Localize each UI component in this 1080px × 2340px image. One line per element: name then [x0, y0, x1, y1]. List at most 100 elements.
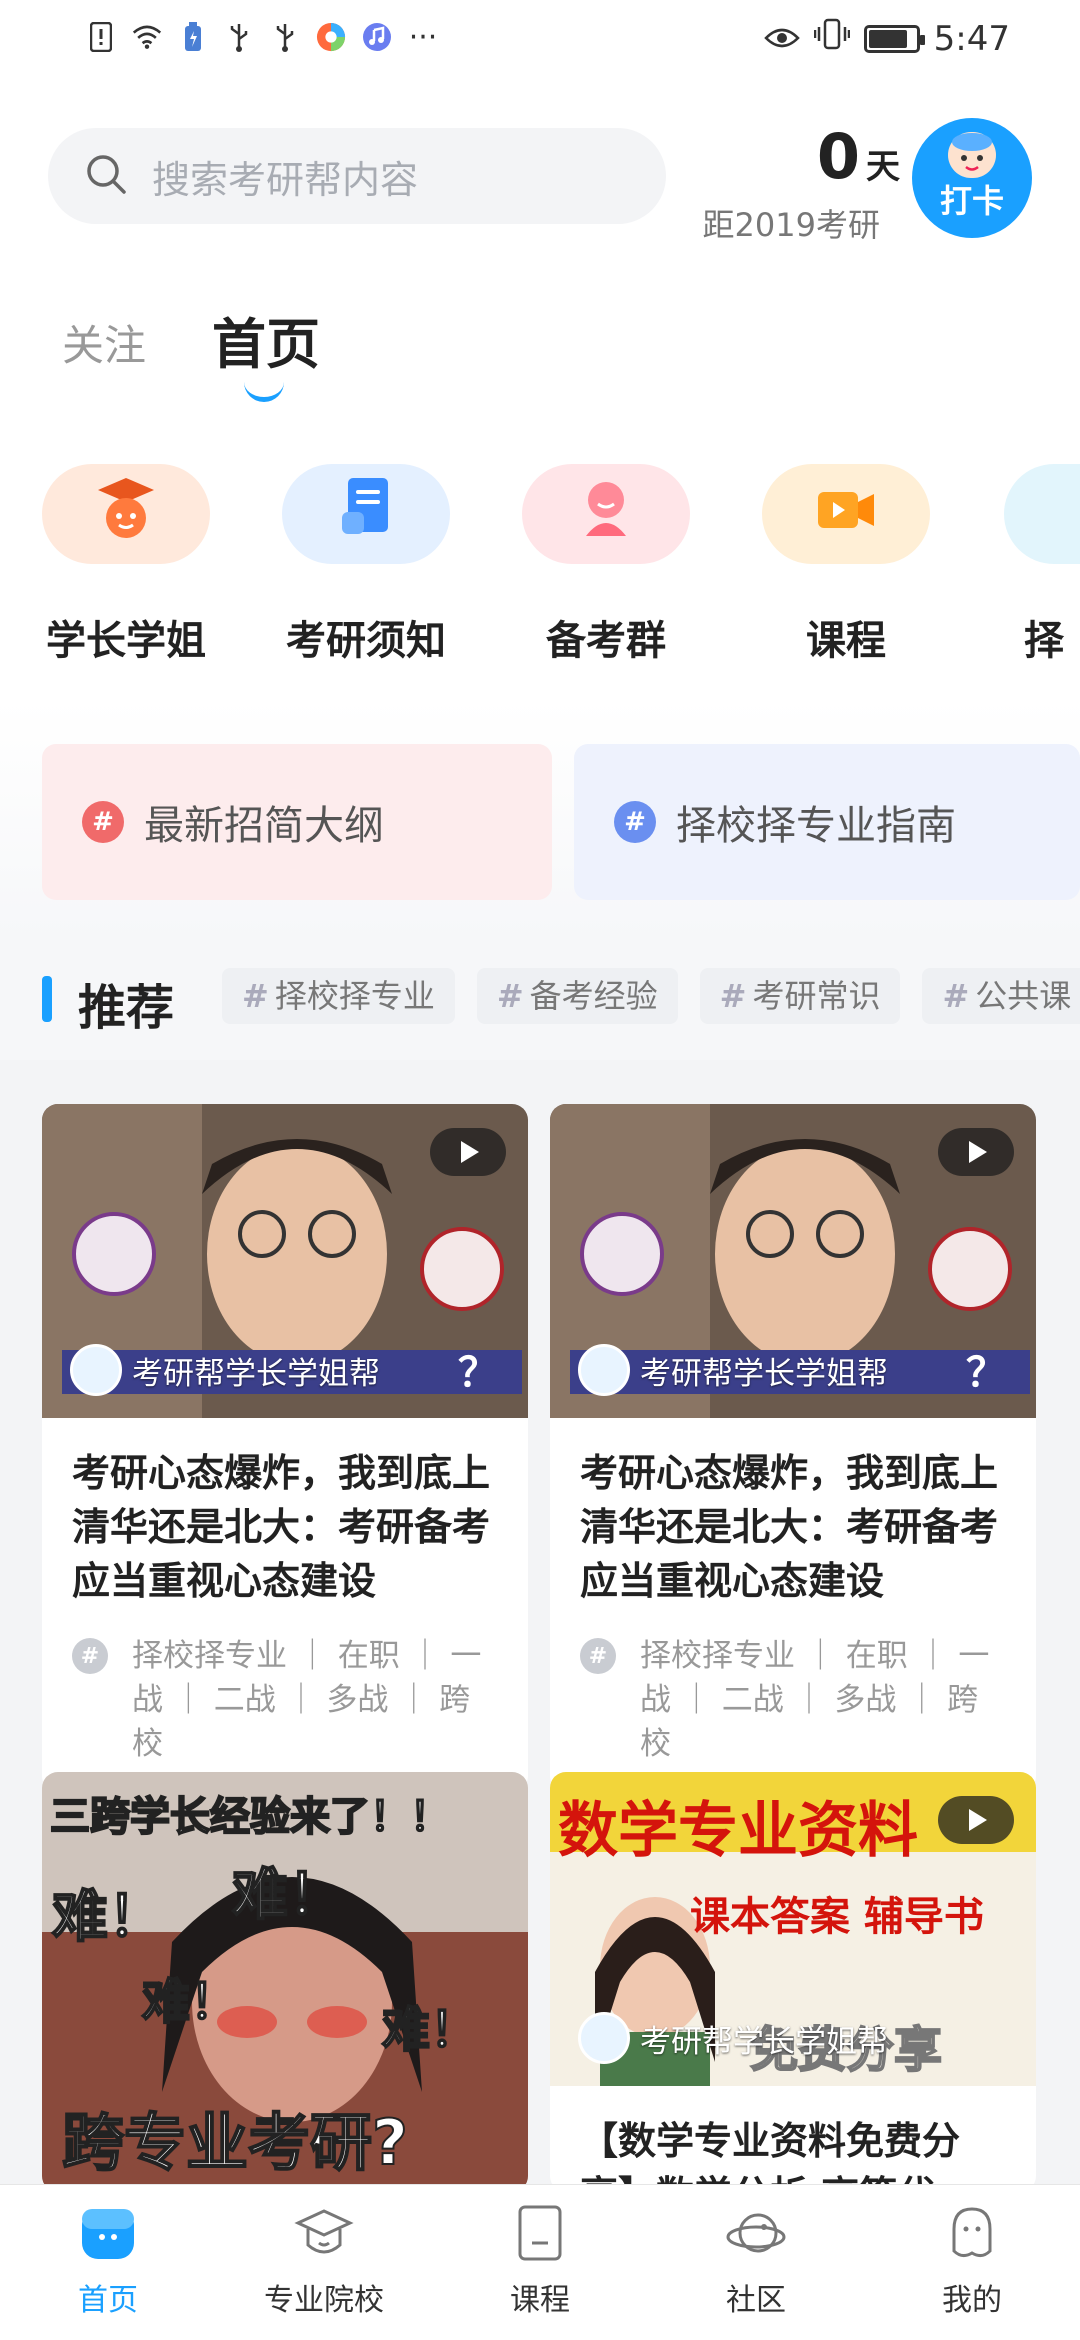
exam-countdown: 0天	[700, 120, 900, 193]
more-icon: ···	[408, 19, 438, 55]
hashtag-icon: #	[580, 1638, 616, 1674]
category-bubble	[42, 464, 210, 564]
battery-saver-icon	[178, 20, 208, 54]
clock: 5:47	[933, 18, 1010, 59]
nav-community[interactable]: 社区	[681, 2203, 831, 2319]
category-row: 学长学姐 考研须知 备考群 课程 择	[0, 464, 1080, 664]
topic-chip[interactable]: # 备考经验	[476, 968, 678, 1024]
video-thumbnail[interactable]: 数学专业资料 课本答案 辅导书 免费分享 考研帮学长学姐帮	[550, 1772, 1036, 2086]
topic-chip[interactable]: # 公共课	[922, 968, 1080, 1024]
category-seniors[interactable]: 学长学姐	[42, 464, 210, 664]
nav-label: 社区	[726, 2283, 786, 2318]
author-name: 考研帮学长学姐帮	[640, 1355, 888, 1392]
play-icon[interactable]	[938, 1796, 1014, 1844]
search-placeholder: 搜索考研帮内容	[152, 157, 419, 202]
topic-chips: # 择校择专业 # 备考经验 # 考研常识 # 公共课	[222, 968, 1080, 1028]
refresh-spinner-icon	[244, 372, 284, 402]
category-more[interactable]: 择	[1004, 464, 1080, 664]
play-icon[interactable]	[938, 1128, 1014, 1176]
thumbnail-footer: 跨专业考研?	[61, 2105, 409, 2180]
category-bubble	[282, 464, 450, 564]
more-category-icon	[1058, 474, 1080, 544]
checkin-label: 打卡	[939, 182, 1004, 220]
search-input[interactable]: 搜索考研帮内容	[48, 128, 666, 224]
author-avatar	[70, 1344, 122, 1396]
tab-home[interactable]: 首页	[212, 300, 320, 379]
music-app-icon	[362, 20, 392, 54]
profile-icon	[942, 2203, 1002, 2263]
author-badge[interactable]: 考研帮学长学姐帮	[70, 1344, 380, 1396]
thumbnail-headline: 三跨学长经验来了！！	[49, 1793, 451, 1841]
feed-card[interactable]: ？ 考研帮学长学姐帮 考研心态爆炸，我到底上清华还是北大：考研备考应当重视心态建…	[550, 1104, 1036, 1792]
search-icon	[84, 152, 128, 200]
countdown-caption: 距2019考研	[702, 206, 880, 244]
thumbnail-word: 难！	[231, 1862, 345, 1929]
checkin-button[interactable]: 打卡	[912, 118, 1032, 238]
feed-card[interactable]: 数学专业资料 课本答案 辅导书 免费分享 考研帮学长学姐帮 【数学专业资料免费分…	[550, 1772, 1036, 2192]
status-icons: ···	[86, 19, 438, 55]
author-name: 考研帮学长学姐帮	[132, 1355, 380, 1392]
course-book-icon	[510, 2203, 570, 2263]
recommend-title: 推荐	[78, 980, 175, 1036]
mascot-avatar	[948, 132, 996, 178]
banner-label: 择校择专业指南	[676, 803, 956, 849]
category-label: 课程	[806, 618, 886, 664]
video-thumbnail[interactable]: ？ 考研帮学长学姐帮	[42, 1104, 528, 1418]
nav-label: 专业院校	[264, 2283, 384, 2318]
feed-card[interactable]: 三跨学长经验来了！！ 难！ 难！ 难！ 难！ 跨专业考研?	[42, 1772, 528, 2192]
hashtag-icon: #	[719, 977, 747, 1015]
vibrate-icon	[813, 18, 850, 59]
bottom-nav: 首页 专业院校 课程 社区 我的	[0, 2184, 1080, 2340]
nav-courses[interactable]: 课程	[465, 2203, 615, 2319]
image-thumbnail[interactable]: 三跨学长经验来了！！ 难！ 难！ 难！ 难！ 跨专业考研?	[42, 1772, 528, 2192]
category-bubble	[1004, 464, 1080, 564]
hashtag-icon: #	[242, 977, 269, 1015]
category-label: 择	[1024, 618, 1064, 664]
thumbnail-subline: 课本答案 辅导书	[690, 1894, 984, 1940]
thumbnail-word: 难！	[381, 2001, 479, 2059]
video-camera-icon	[816, 474, 876, 544]
tab-follow[interactable]: 关注	[62, 312, 146, 373]
battery-level	[868, 29, 908, 48]
tag-list: 择校择专业 ｜ 在职 ｜ 一战 ｜ 二战 ｜ 多战 ｜ 跨校	[640, 1638, 990, 1762]
author-avatar	[578, 1344, 630, 1396]
banner-label: 最新招简大纲	[144, 803, 384, 849]
play-icon[interactable]	[430, 1128, 506, 1176]
nav-home[interactable]: 首页	[33, 2203, 183, 2319]
banner-school-major-guide[interactable]: # 择校择专业指南	[574, 744, 1080, 900]
category-bubble	[522, 464, 690, 564]
chip-label: 公共课	[975, 977, 1072, 1015]
author-badge[interactable]: 考研帮学长学姐帮	[578, 1344, 888, 1396]
countdown-unit: 天	[866, 147, 900, 187]
nav-majors-schools[interactable]: 专业院校	[249, 2203, 399, 2319]
category-study-group[interactable]: 备考群	[522, 464, 690, 664]
topic-chip[interactable]: # 考研常识	[699, 968, 901, 1024]
hashtag-icon: #	[614, 801, 656, 843]
category-label: 考研须知	[286, 618, 446, 664]
card-title: 考研心态爆炸，我到底上清华还是北大：考研备考应当重视心态建设	[72, 1451, 491, 1603]
thumbnail-word: 难！	[51, 1884, 165, 1951]
status-right: 5:47	[763, 18, 1010, 59]
topic-chip[interactable]: # 择校择专业	[222, 968, 455, 1024]
nav-profile[interactable]: 我的	[897, 2203, 1047, 2319]
hashtag-icon: #	[82, 801, 124, 843]
usb-icon	[224, 20, 254, 54]
eye-comfort-icon	[763, 19, 800, 59]
author-badge[interactable]: 考研帮学长学姐帮	[578, 2012, 888, 2064]
hashtag-icon: #	[72, 1638, 108, 1674]
group-icon	[576, 474, 636, 544]
banner-admission-outline[interactable]: # 最新招简大纲	[42, 744, 552, 900]
card-title: 考研心态爆炸，我到底上清华还是北大：考研备考应当重视心态建设	[580, 1451, 999, 1603]
category-courses[interactable]: 课程	[762, 464, 930, 664]
thumbnail-caption: ？	[966, 1350, 1006, 1396]
battery-icon	[863, 24, 925, 53]
video-thumbnail[interactable]: ？ 考研帮学长学姐帮	[550, 1104, 1036, 1418]
card-tags: # 择校择专业 ｜ 在职 ｜ 一战 ｜ 二战 ｜ 多战 ｜ 跨校	[550, 1608, 1036, 1792]
hashtag-icon: #	[496, 977, 524, 1015]
feed-card[interactable]: ？ 考研帮学长学姐帮 考研心态爆炸，我到底上清华还是北大：考研备考应当重视心态建…	[42, 1104, 528, 1792]
category-label: 备考群	[546, 618, 666, 664]
nav-label: 课程	[510, 2283, 570, 2318]
category-exam-guide[interactable]: 考研须知	[282, 464, 450, 664]
nav-label: 首页	[78, 2283, 138, 2318]
graduation-cap-icon	[294, 2203, 354, 2263]
